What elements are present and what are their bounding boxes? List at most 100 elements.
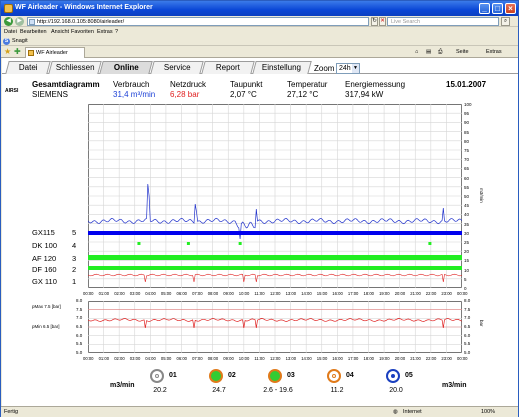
time-tick-bottom: 17:00 bbox=[347, 356, 359, 361]
tab-report[interactable]: Report bbox=[201, 61, 255, 74]
right-axis-tick: 50 bbox=[464, 194, 470, 199]
time-tick-top: 10:00 bbox=[238, 291, 250, 296]
time-tick-top: 00:00 bbox=[457, 291, 468, 296]
right-axis-tick: 80 bbox=[464, 138, 470, 144]
compressor-status-icon[interactable] bbox=[209, 369, 223, 383]
address-field[interactable]: http://192.168.0.105:8080/airleader/ bbox=[27, 17, 369, 26]
row-label-dk100: DK 100 bbox=[32, 241, 58, 250]
time-tick-top: 13:00 bbox=[285, 291, 297, 296]
zoom-label: Zoom bbox=[314, 64, 335, 73]
menu-extras[interactable]: Extras bbox=[97, 29, 113, 35]
maximize-button[interactable]: □ bbox=[492, 3, 503, 14]
add-favorite-icon[interactable]: ✚ bbox=[14, 48, 22, 56]
right-axis-tick: 55 bbox=[464, 184, 470, 190]
right-axis-tick: 65 bbox=[464, 166, 470, 172]
chevron-down-icon[interactable]: ▼ bbox=[352, 64, 359, 73]
home-icon[interactable]: ⌂ bbox=[415, 49, 418, 55]
right-axis-tick: 60 bbox=[464, 175, 470, 181]
pressure-tick: 7.0 bbox=[464, 315, 471, 321]
right-axis-tick: 20 bbox=[464, 249, 470, 255]
title-bar: WF Airleader - Windows Internet Explorer… bbox=[1, 1, 518, 16]
compressor-value: 11.2 bbox=[330, 387, 344, 394]
compressor-value: 20.0 bbox=[389, 387, 403, 394]
energie-value: 317,94 kW bbox=[345, 90, 384, 99]
minimize-button[interactable]: _ bbox=[479, 3, 490, 14]
pressure-unit: bar bbox=[479, 320, 484, 327]
netzdruck-label: Netzdruck bbox=[170, 80, 207, 89]
status-text: Fertig bbox=[4, 409, 19, 415]
refresh-icon[interactable]: ↻ bbox=[371, 17, 378, 26]
tab-datei[interactable]: Datei bbox=[5, 61, 51, 74]
status-mark-dk100 bbox=[428, 242, 432, 245]
date-label: 15.01.2007 bbox=[446, 80, 487, 89]
compressor-status-icon[interactable] bbox=[268, 369, 282, 383]
right-axis-tick: 5 bbox=[464, 276, 467, 282]
feeds-icon[interactable]: ▤ bbox=[426, 49, 431, 55]
time-tick-bottom: 05:00 bbox=[160, 356, 172, 361]
time-tick-bottom: 20:00 bbox=[394, 356, 406, 361]
tab-online-label: Online bbox=[113, 63, 139, 72]
status-bar: Fertig ◍ Internet 100% bbox=[1, 406, 518, 417]
compressor-status-dot bbox=[155, 374, 159, 378]
time-tick-bottom: 16:00 bbox=[332, 356, 343, 361]
favorites-star-icon[interactable]: ★ bbox=[4, 48, 12, 56]
menu-bearbeiten[interactable]: Bearbeiten bbox=[20, 29, 47, 35]
tab-schliessen[interactable]: Schliessen bbox=[48, 61, 102, 74]
status-bar-df160 bbox=[88, 266, 462, 270]
snagit-link[interactable]: Snagit bbox=[12, 38, 28, 44]
compressor-value: 20.2 bbox=[153, 387, 167, 394]
zoom-select[interactable]: 24h ▼ bbox=[336, 63, 360, 74]
back-icon[interactable]: ◀ bbox=[4, 17, 13, 26]
pressure-tick-left: 7.5 bbox=[76, 306, 83, 312]
compressor-number: 05 bbox=[405, 372, 413, 379]
close-button[interactable]: × bbox=[505, 3, 516, 14]
app-icon bbox=[4, 4, 13, 13]
time-tick-top: 12:00 bbox=[270, 291, 281, 296]
tab-einstellung[interactable]: Einstellung bbox=[252, 61, 312, 74]
time-tick-top: 17:00 bbox=[347, 291, 359, 296]
time-tick-top: 22:00 bbox=[425, 291, 437, 296]
time-tick-bottom: 10:00 bbox=[238, 356, 250, 361]
browser-window: WF Airleader - Windows Internet Explorer… bbox=[0, 0, 519, 417]
extras-menu[interactable]: Extras bbox=[486, 49, 502, 55]
zoom-value: 24h bbox=[339, 65, 351, 72]
right-axis-tick: 100 bbox=[464, 102, 472, 107]
stop-icon[interactable]: ✕ bbox=[379, 17, 386, 26]
time-tick-bottom: 03:00 bbox=[129, 356, 141, 361]
forward-icon[interactable]: ▶ bbox=[15, 17, 24, 26]
menu-datei[interactable]: Datei bbox=[4, 29, 17, 35]
status-zoom[interactable]: 100% bbox=[481, 409, 495, 415]
tab-online[interactable]: Online bbox=[99, 61, 153, 74]
tab-service[interactable]: Service bbox=[150, 61, 204, 74]
print-icon[interactable]: ⎙ bbox=[438, 49, 442, 56]
verbrauch-label: Verbrauch bbox=[113, 80, 150, 89]
search-placeholder: Live Search bbox=[391, 19, 421, 25]
time-tick-bottom: 06:00 bbox=[176, 356, 187, 361]
search-field[interactable]: Live Search bbox=[387, 17, 499, 26]
time-tick-bottom: 09:00 bbox=[223, 356, 234, 361]
compressor-status-icon[interactable] bbox=[150, 369, 164, 383]
compressor-status-icon[interactable] bbox=[327, 369, 341, 383]
tab-service-label: Service bbox=[163, 63, 191, 72]
menu-favoriten[interactable]: Favoriten bbox=[71, 29, 94, 35]
row-label-df160: DF 160 bbox=[32, 265, 57, 274]
compressor-number: 01 bbox=[169, 372, 177, 379]
right-axis-tick: 70 bbox=[464, 157, 470, 163]
page-menu[interactable]: Seite bbox=[456, 49, 469, 55]
menu-help[interactable]: ? bbox=[115, 29, 118, 35]
pressure-tick-left: 6.0 bbox=[76, 332, 83, 338]
time-tick-top: 06:00 bbox=[176, 291, 187, 296]
row-label-gx115: GX115 bbox=[32, 228, 55, 237]
tab-wf-airleader[interactable]: WF Airleader bbox=[25, 47, 85, 58]
compressor-status-icon[interactable] bbox=[386, 369, 400, 383]
menu-ansicht[interactable]: Ansicht bbox=[51, 29, 69, 35]
side-label: AIRSI bbox=[5, 88, 19, 94]
time-tick-top: 09:00 bbox=[223, 291, 234, 296]
search-icon[interactable]: ⌕ bbox=[501, 17, 510, 26]
right-axis-tick: 10 bbox=[464, 267, 470, 273]
taupunkt-value: 2,07 °C bbox=[230, 90, 257, 99]
compressor-status-row: m3/min m3/min 01 20.2 02 24.7 03 2.6 - 19.6 04… bbox=[2, 369, 518, 406]
time-tick-top: 03:00 bbox=[129, 291, 141, 296]
time-tick-bottom: 12:00 bbox=[270, 356, 281, 361]
compressor-number: 03 bbox=[287, 372, 295, 379]
